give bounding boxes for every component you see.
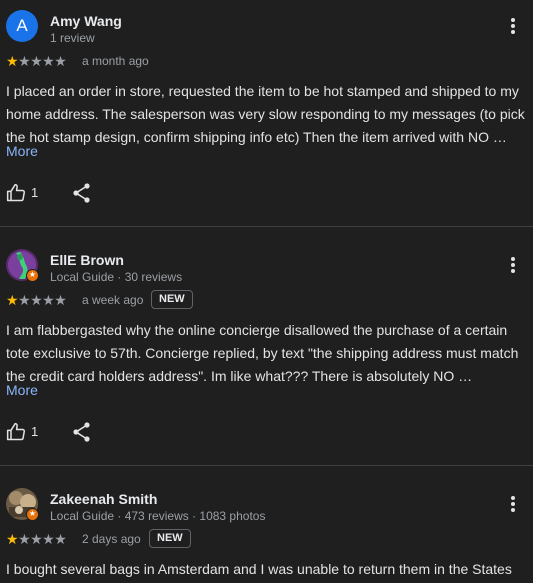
review-time: a month ago [82,54,149,68]
local-guide-badge-icon: ★ [26,508,39,521]
star-icon: ★ [6,53,19,69]
more-vert-icon[interactable] [505,254,521,276]
review-text: I placed an order in store, requested th… [6,83,525,145]
star-icon: ★★★★ [18,531,67,547]
more-link[interactable]: More [6,382,38,398]
like-count: 1 [31,424,39,439]
reviewer-meta: Local Guide · 30 reviews [50,270,183,284]
star-rating: ★★★★★ [6,53,67,70]
review-time: a week ago [82,293,144,307]
like-button[interactable]: 1 [6,421,46,443]
avatar[interactable]: A [6,10,38,42]
star-icon: ★ [6,292,19,308]
rating-row: ★★★★★ 2 days ago NEW [6,529,526,549]
like-button[interactable]: 1 [6,182,46,204]
star-icon: ★ [6,531,19,547]
star-icon: ★★★★ [18,292,67,308]
more-vert-icon[interactable] [505,493,521,515]
rating-row: ★★★★★ a month ago [6,51,526,71]
star-rating: ★★★★★ [6,531,67,548]
review-time: 2 days ago [82,532,141,546]
review-actions: 1 [6,182,206,206]
more-vert-icon[interactable] [505,15,521,37]
share-icon[interactable] [72,421,92,443]
thumb-up-icon [6,183,26,202]
reviewer-meta: Local Guide · 473 reviews · 1083 photos [50,509,266,523]
reviewer-name[interactable]: Zakeenah Smith [50,491,157,507]
new-badge: NEW [149,529,191,548]
more-link[interactable]: More [6,143,38,159]
share-icon[interactable] [72,182,92,204]
new-badge: NEW [151,290,193,309]
like-count: 1 [31,185,39,200]
thumb-up-icon [6,422,26,441]
rating-row: ★★★★★ a week ago NEW [6,290,526,310]
divider [0,226,533,227]
star-rating: ★★★★★ [6,292,67,309]
star-icon: ★★★★ [18,53,67,69]
reviewer-meta: 1 review [50,31,95,45]
review-actions: 1 [6,421,206,445]
local-guide-badge-icon: ★ [26,269,39,282]
reviewer-name[interactable]: Amy Wang [50,13,122,29]
review-text: I bought several bags in Amsterdam and I… [6,561,512,577]
reviewer-name[interactable]: EllE Brown [50,252,124,268]
review-text: I am flabbergasted why the online concie… [6,322,519,384]
divider [0,465,533,466]
